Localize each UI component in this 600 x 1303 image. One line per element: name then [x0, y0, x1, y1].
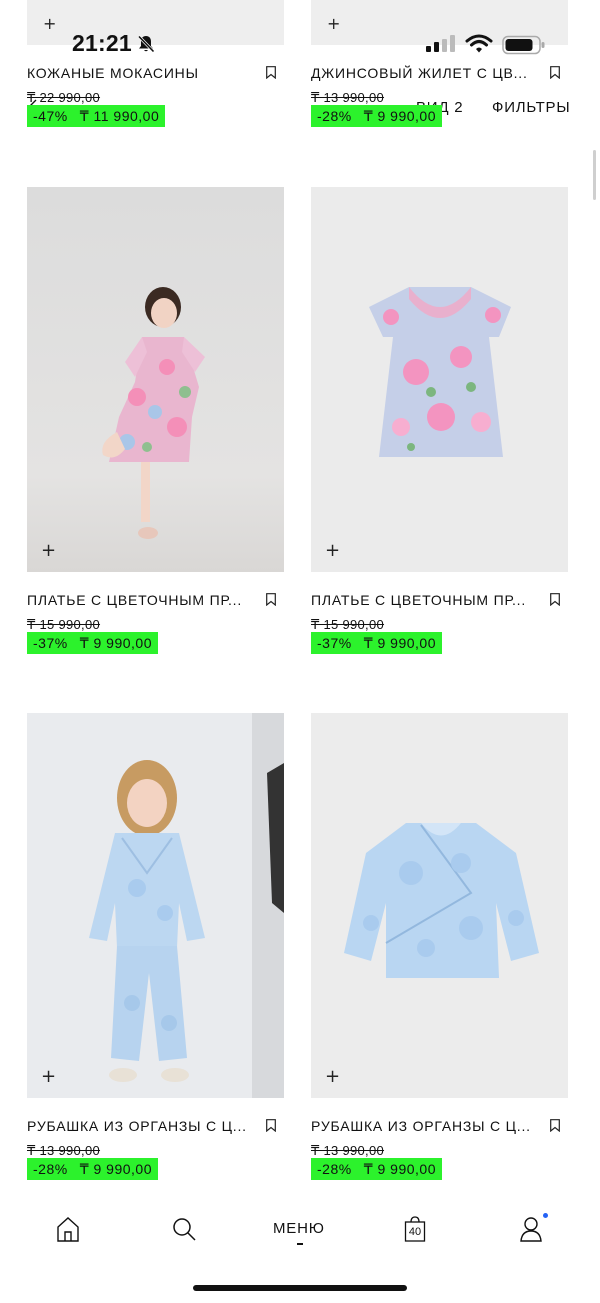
home-icon[interactable]: [56, 1215, 80, 1243]
product-old-price: ₸ 13 990,00: [311, 90, 385, 105]
product-old-price: ₸ 13 990,00: [27, 1143, 101, 1158]
bell-muted-icon: [137, 35, 155, 53]
bottom-navigation: МЕНЮ 40: [0, 1195, 600, 1265]
product-price: ₸ 9 990,00: [363, 635, 436, 651]
menu-button[interactable]: МЕНЮ: [273, 1220, 325, 1237]
account-icon[interactable]: [519, 1215, 543, 1243]
product-discount: -28%: [33, 1161, 68, 1177]
product-name[interactable]: ДЖИНСОВЫЙ ЖИЛЕТ С ЦВ...: [311, 65, 536, 81]
product-price: ₸ 11 990,00: [79, 108, 160, 124]
product-price: ₸ 9 990,00: [79, 635, 152, 651]
home-indicator: [193, 1285, 407, 1291]
product-card[interactable]: + РУБАШКА ИЗ ОРГАНЗЫ С Ц... ₸ 13 990,00 …: [27, 713, 284, 1180]
product-name[interactable]: ПЛАТЬЕ С ЦВЕТОЧНЫМ ПР...: [311, 592, 536, 608]
add-icon[interactable]: +: [41, 542, 56, 560]
bookmark-icon[interactable]: [550, 593, 560, 606]
search-icon[interactable]: [171, 1215, 197, 1243]
product-photo-girl-organza-shirt: [27, 713, 284, 1098]
product-image[interactable]: +: [311, 187, 568, 572]
product-image[interactable]: +: [27, 187, 284, 572]
signal-icon: [426, 35, 455, 52]
product-sale-badge: -37% ₸ 9 990,00: [311, 632, 442, 654]
product-old-price: ₸ 15 990,00: [311, 617, 385, 632]
add-icon[interactable]: +: [325, 1068, 340, 1086]
notification-dot: [543, 1213, 548, 1218]
product-card[interactable]: + ПЛАТЬЕ С ЦВЕТОЧНЫМ ПР... ₸ 15 990,00 -…: [27, 187, 284, 654]
product-discount: -37%: [33, 635, 68, 651]
product-name[interactable]: РУБАШКА ИЗ ОРГАНЗЫ С Ц...: [27, 1118, 252, 1134]
add-icon[interactable]: +: [325, 542, 340, 560]
product-sale-badge: -28% ₸ 9 990,00: [311, 105, 442, 127]
bookmark-icon[interactable]: [266, 1119, 276, 1132]
wifi-icon: [465, 34, 493, 53]
bookmark-icon[interactable]: [550, 1119, 560, 1132]
product-name[interactable]: ПЛАТЬЕ С ЦВЕТОЧНЫМ ПР...: [27, 592, 252, 608]
product-sale-badge: -37% ₸ 9 990,00: [27, 632, 158, 654]
product-old-price: ₸ 15 990,00: [27, 617, 101, 632]
product-card[interactable]: + ПЛАТЬЕ С ЦВЕТОЧНЫМ ПР... ₸ 15 990,00 -…: [311, 187, 568, 654]
status-time: 21:21: [72, 30, 132, 56]
product-old-price: ₸ 22 990,00: [27, 90, 101, 105]
product-price: ₸ 9 990,00: [79, 1161, 152, 1177]
menu-active-indicator: [297, 1243, 303, 1245]
product-discount: -28%: [317, 1161, 352, 1177]
product-card[interactable]: + РУБАШКА ИЗ ОРГАНЗЫ С Ц... ₸ 13 990,00 …: [311, 713, 568, 1180]
product-photo-floral-dress: [311, 187, 568, 572]
battery-icon: [502, 35, 545, 55]
product-image[interactable]: +: [27, 713, 284, 1098]
product-discount: -28%: [317, 108, 352, 124]
product-image[interactable]: +: [311, 713, 568, 1098]
product-photo-girl-floral-dress: [27, 187, 284, 572]
product-sale-badge: -28% ₸ 9 990,00: [311, 1158, 442, 1180]
product-name[interactable]: КОЖАНЫЕ МОКАСИНЫ: [27, 65, 252, 81]
product-price: ₸ 9 990,00: [363, 1161, 436, 1177]
status-bar: 21:21: [0, 30, 600, 60]
product-name[interactable]: РУБАШКА ИЗ ОРГАНЗЫ С Ц...: [311, 1118, 536, 1134]
cart-count: 40: [408, 1226, 422, 1238]
add-icon[interactable]: +: [41, 1068, 56, 1086]
product-discount: -47%: [33, 108, 68, 124]
bookmark-icon[interactable]: [550, 66, 560, 79]
bookmark-icon[interactable]: [266, 593, 276, 606]
product-photo-organza-shirt: [311, 713, 568, 1098]
product-sale-badge: -28% ₸ 9 990,00: [27, 1158, 158, 1180]
scrollbar[interactable]: [593, 150, 596, 200]
bookmark-icon[interactable]: [266, 66, 276, 79]
product-old-price: ₸ 13 990,00: [311, 1143, 385, 1158]
product-price: ₸ 9 990,00: [363, 108, 436, 124]
product-discount: -37%: [317, 635, 352, 651]
cart-button[interactable]: 40: [404, 1215, 426, 1243]
filters-button[interactable]: ФИЛЬТРЫ: [492, 99, 570, 116]
product-sale-badge: -47% ₸ 11 990,00: [27, 105, 166, 127]
